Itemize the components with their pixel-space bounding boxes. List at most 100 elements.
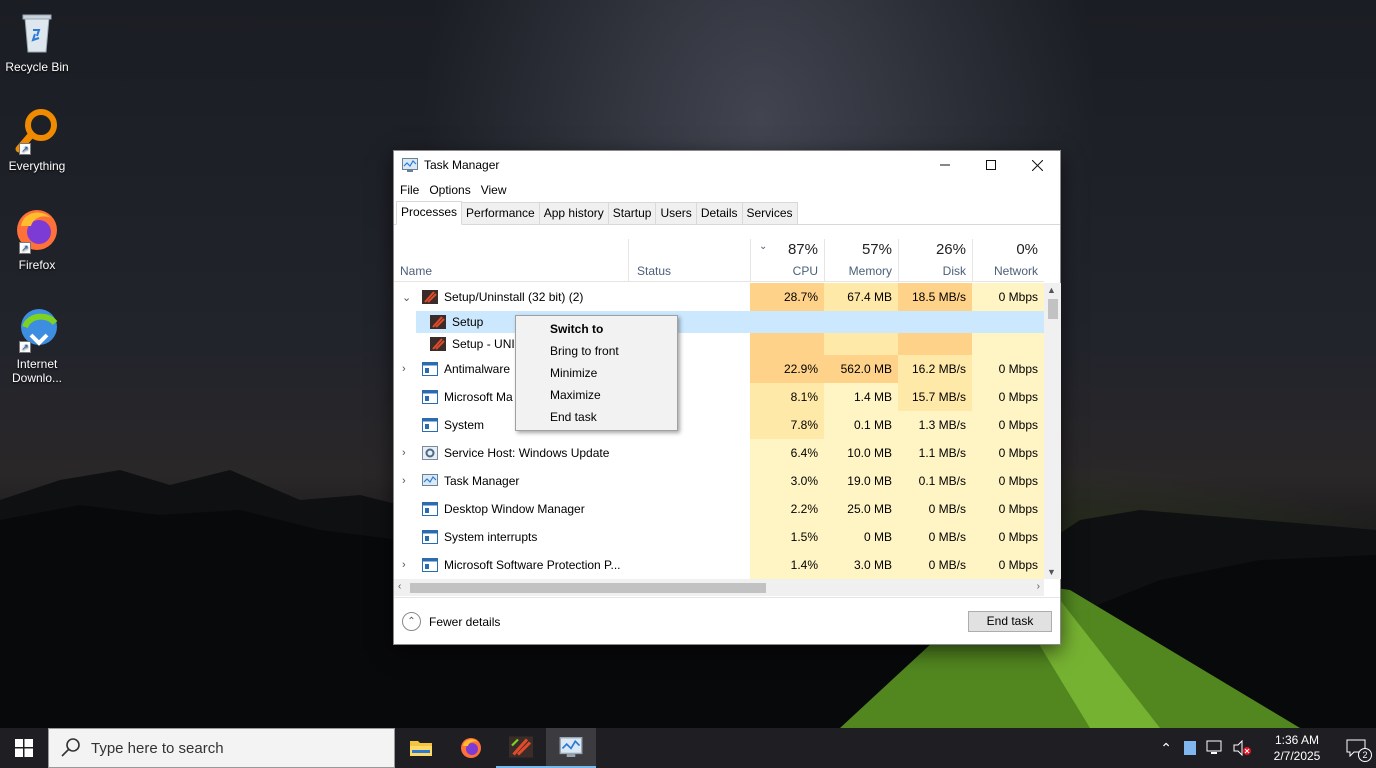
- close-button[interactable]: [1014, 151, 1060, 179]
- process-name: Setup/Uninstall (32 bit) (2): [444, 290, 584, 304]
- memory-cell: 25.0 MB: [824, 495, 898, 523]
- desktop-icon-internet-download-manager[interactable]: ↗ Internet Downlo...: [4, 305, 70, 385]
- column-header-name[interactable]: Name: [394, 239, 628, 282]
- menu-item-switch-to[interactable]: Switch to: [516, 318, 677, 340]
- process-row[interactable]: › Microsoft Software Protection P... 1.4…: [394, 551, 1044, 579]
- footer: ⌃ Fewer details End task: [394, 597, 1060, 644]
- process-row[interactable]: Microsoft Ma 8.1% 1.4 MB 15.7 MB/s 0 Mbp…: [394, 383, 1044, 411]
- context-menu: Switch to Bring to front Minimize Maximi…: [515, 315, 678, 431]
- action-center-button[interactable]: 2: [1336, 728, 1376, 768]
- tab-details[interactable]: Details: [695, 202, 743, 224]
- task-manager-icon: [402, 158, 418, 172]
- show-hidden-icons-chevron-icon[interactable]: ⌃: [1160, 740, 1172, 757]
- process-name: Setup: [452, 315, 484, 329]
- gear-icon: [422, 446, 438, 460]
- internet-download-manager-icon: ↗: [13, 305, 61, 353]
- disk-cell: 0 MB/s: [898, 523, 972, 551]
- menu-file[interactable]: File: [400, 183, 419, 197]
- process-row[interactable]: System interrupts 1.5% 0 MB 0 MB/s 0 Mbp…: [394, 523, 1044, 551]
- tab-app-history[interactable]: App history: [538, 202, 609, 224]
- taskbar-firefox[interactable]: [446, 728, 496, 768]
- process-subrow-selected[interactable]: Setup: [394, 311, 1044, 333]
- column-header-cpu[interactable]: ⌄ 87% CPU: [750, 239, 824, 282]
- process-name: Service Host: Windows Update: [444, 446, 610, 460]
- title-bar[interactable]: Task Manager: [394, 151, 1060, 179]
- disk-cell: 18.5 MB/s: [898, 283, 972, 311]
- cpu-cell: 1.4%: [750, 551, 824, 579]
- process-name: Task Manager: [444, 474, 520, 488]
- process-row[interactable]: › Task Manager 3.0% 19.0 MB 0.1 MB/s 0 M…: [394, 467, 1044, 495]
- network-cell: 0 Mbps: [972, 495, 1044, 523]
- menu-item-minimize[interactable]: Minimize: [516, 362, 677, 384]
- column-header-memory[interactable]: 57% Memory: [824, 239, 898, 282]
- memory-cell: 10.0 MB: [824, 439, 898, 467]
- fewer-details-button[interactable]: ⌃ Fewer details: [402, 612, 500, 631]
- process-row[interactable]: Desktop Window Manager 2.2% 25.0 MB 0 MB…: [394, 495, 1044, 523]
- tab-users[interactable]: Users: [655, 202, 697, 224]
- taskbar-task-manager[interactable]: [546, 728, 596, 768]
- column-header-network[interactable]: 0% Network: [972, 239, 1044, 282]
- network-icon[interactable]: [1206, 740, 1224, 756]
- tab-processes[interactable]: Processes: [396, 201, 463, 225]
- service-window-icon: [422, 530, 438, 544]
- desktop-icon-firefox[interactable]: ↗ Firefox: [4, 206, 70, 272]
- process-name: Microsoft Software Protection P...: [444, 558, 621, 572]
- recycle-bin-icon: [13, 8, 61, 56]
- network-cell: 0 Mbps: [972, 467, 1044, 495]
- scroll-left-icon[interactable]: ‹: [398, 581, 401, 592]
- process-row[interactable]: ⌄ Setup/Uninstall (32 bit) (2) 28.7% 67.…: [394, 283, 1044, 311]
- disk-cell: 0 MB/s: [898, 551, 972, 579]
- taskbar-setup[interactable]: [496, 728, 546, 768]
- process-name: Desktop Window Manager: [444, 502, 585, 516]
- taskbar-file-explorer[interactable]: [396, 728, 446, 768]
- service-window-icon: [422, 362, 438, 376]
- tab-services[interactable]: Services: [741, 202, 798, 224]
- scroll-down-icon[interactable]: ▼: [1047, 567, 1056, 577]
- task-manager-window: Task Manager File Options View Processes…: [393, 150, 1061, 645]
- scroll-right-icon[interactable]: ›: [1037, 581, 1040, 592]
- expand-chevron-icon[interactable]: ›: [402, 559, 406, 571]
- taskbar-search-box[interactable]: Type here to search: [48, 728, 395, 768]
- expand-chevron-icon[interactable]: ›: [402, 447, 406, 459]
- menu-item-maximize[interactable]: Maximize: [516, 384, 677, 406]
- scroll-thumb[interactable]: [410, 583, 766, 593]
- clock[interactable]: 1:36 AM 2/7/2025: [1258, 732, 1336, 764]
- process-name: Setup - UNI: [452, 337, 515, 351]
- maximize-button[interactable]: [968, 151, 1014, 179]
- tab-startup[interactable]: Startup: [607, 202, 657, 224]
- menu-view[interactable]: View: [481, 183, 507, 197]
- memory-cell: 67.4 MB: [824, 283, 898, 311]
- desktop-icon-everything[interactable]: ↗ Everything: [4, 107, 70, 173]
- expand-chevron-icon[interactable]: ›: [402, 475, 406, 487]
- scroll-thumb[interactable]: [1048, 299, 1058, 319]
- process-row[interactable]: › Service Host: Windows Update 6.4% 10.0…: [394, 439, 1044, 467]
- vertical-scrollbar[interactable]: ▲ ▼: [1044, 283, 1061, 579]
- minimize-button[interactable]: [922, 151, 968, 179]
- process-row[interactable]: › Antimalware 22.9% 562.0 MB 16.2 MB/s 0…: [394, 355, 1044, 383]
- memory-cell: 562.0 MB: [824, 355, 898, 383]
- shortcut-arrow-icon: ↗: [19, 143, 31, 155]
- tab-performance[interactable]: Performance: [461, 202, 540, 224]
- memory-cell: 0.1 MB: [824, 411, 898, 439]
- process-row[interactable]: System 7.8% 0.1 MB 1.3 MB/s 0 Mbps: [394, 411, 1044, 439]
- scroll-up-icon[interactable]: ▲: [1047, 285, 1056, 295]
- process-name: Antimalware: [444, 362, 511, 376]
- desktop-icon-recycle-bin[interactable]: Recycle Bin: [4, 8, 70, 74]
- menu-item-bring-to-front[interactable]: Bring to front: [516, 340, 677, 362]
- horizontal-scrollbar[interactable]: ‹ ›: [394, 579, 1044, 596]
- expand-chevron-icon[interactable]: ›: [402, 363, 406, 375]
- memory-cell: 3.0 MB: [824, 551, 898, 579]
- start-button[interactable]: [0, 728, 48, 768]
- chevron-up-icon: ⌃: [402, 612, 421, 631]
- process-subrow[interactable]: Setup - UNI: [394, 333, 1044, 355]
- column-header-status[interactable]: Status: [628, 239, 750, 282]
- menu-options[interactable]: Options: [429, 183, 470, 197]
- volume-muted-icon[interactable]: [1232, 740, 1252, 756]
- menu-item-end-task[interactable]: End task: [516, 406, 677, 428]
- collapse-chevron-icon[interactable]: ⌄: [402, 291, 411, 304]
- end-task-button[interactable]: End task: [968, 611, 1052, 632]
- tablet-mode-icon[interactable]: [1184, 741, 1196, 755]
- minimize-icon: [940, 164, 950, 166]
- process-name: System interrupts: [444, 530, 538, 544]
- column-header-disk[interactable]: 26% Disk: [898, 239, 972, 282]
